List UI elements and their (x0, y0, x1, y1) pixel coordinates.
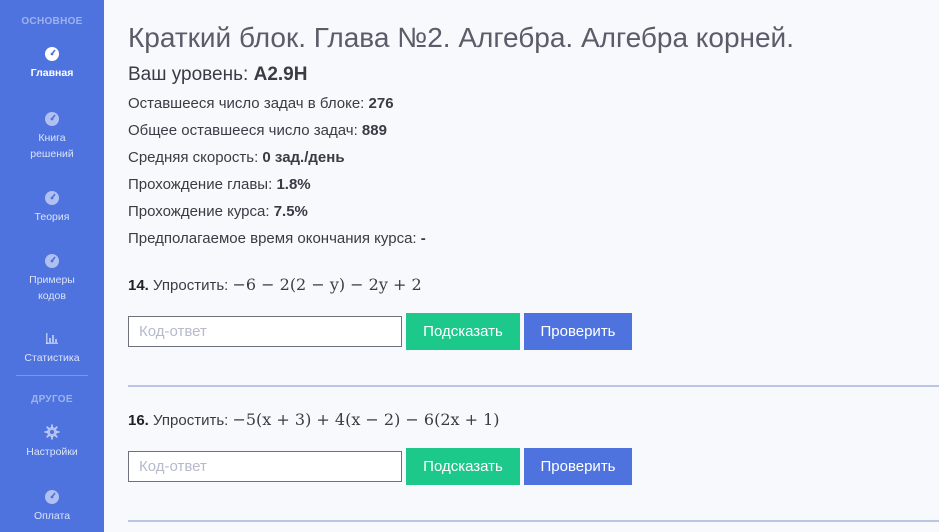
user-level: Ваш уровень: A2.9H (128, 64, 307, 86)
sidebar-item-label: Оплата (33, 510, 71, 522)
dashboard-icon (45, 191, 59, 205)
sidebar-heading-main: ОСНОВНОЕ (21, 16, 83, 27)
task-number: 16. (128, 412, 149, 429)
task-divider (128, 520, 939, 522)
level-value: A2.9H (253, 64, 308, 85)
stat-value: 276 (368, 95, 394, 112)
sidebar-item-home[interactable]: Главная (0, 45, 104, 81)
task-divider (128, 385, 939, 387)
dashboard-icon (45, 490, 59, 504)
dashboard-icon (45, 254, 59, 268)
task-expression: −5(x + 3) + 4(x − 2) − 6(2x + 1) (232, 410, 500, 429)
task-prompt: Упростить: (153, 412, 229, 429)
chart-icon (46, 333, 58, 344)
task-number: 14. (128, 277, 149, 294)
stat-value: 0 зад./день (262, 149, 345, 166)
hint-button[interactable]: Подсказать (406, 448, 520, 485)
stat-label: Общее оставшееся число задач: (128, 122, 358, 139)
sidebar-item-label: Главная (30, 67, 74, 79)
sidebar-item-solutions-book[interactable]: Книга решений (0, 110, 104, 162)
check-button[interactable]: Проверить (524, 448, 632, 485)
sidebar-item-label: Примеры кодов (29, 274, 75, 302)
task-prompt: Упростить: (153, 277, 229, 294)
sidebar-item-code-examples[interactable]: Примеры кодов (0, 252, 104, 304)
stat-estimated-finish: Предполагаемое время окончания курса: - (128, 230, 426, 247)
stat-label: Предполагаемое время окончания курса: (128, 230, 417, 247)
stat-remaining-in-block: Оставшееся число задач в блоке: 276 (128, 95, 394, 112)
stat-value: 1.8% (276, 176, 311, 193)
dashboard-icon (45, 47, 59, 61)
answer-input[interactable] (128, 451, 402, 482)
stat-value: 7.5% (273, 203, 308, 220)
page-title: Краткий блок. Глава №2. Алгебра. Алгебра… (128, 22, 794, 53)
sidebar-divider (16, 375, 88, 376)
stat-label: Средняя скорость: (128, 149, 259, 166)
hint-button[interactable]: Подсказать (406, 313, 520, 350)
stat-value: - (420, 230, 426, 247)
stat-chapter-progress: Прохождение главы: 1.8% (128, 176, 311, 193)
stat-value: 889 (361, 122, 387, 139)
stat-average-speed: Средняя скорость: 0 зад./день (128, 149, 345, 166)
stat-remaining-total: Общее оставшееся число задач: 889 (128, 122, 387, 139)
sidebar-item-theory[interactable]: Теория (0, 189, 104, 225)
sidebar-item-statistics[interactable]: Статистика (0, 330, 104, 366)
check-button[interactable]: Проверить (524, 313, 632, 350)
sidebar-item-label: Книга решений (30, 132, 74, 160)
sidebar-item-label: Настройки (26, 446, 78, 458)
sidebar-item-payment[interactable]: Оплата (0, 488, 104, 524)
stat-course-progress: Прохождение курса: 7.5% (128, 203, 308, 220)
sidebar-item-settings[interactable]: Настройки (0, 424, 104, 460)
task-expression: −6 − 2(2 − y) − 2y + 2 (232, 275, 422, 294)
sidebar-item-label: Теория (34, 211, 70, 223)
gear-icon (44, 424, 60, 440)
stat-label: Прохождение курса: (128, 203, 270, 220)
sidebar-heading-other: ДРУГОЕ (31, 394, 73, 405)
task-statement: 14. Упростить: −6 − 2(2 − y) − 2y + 2 (128, 275, 422, 294)
stat-label: Оставшееся число задач в блоке: (128, 95, 365, 112)
sidebar: ОСНОВНОЕ Главная Книга решений Теория Пр… (0, 0, 104, 532)
stat-label: Прохождение главы: (128, 176, 273, 193)
answer-input[interactable] (128, 316, 402, 347)
sidebar-item-label: Статистика (24, 352, 80, 364)
dashboard-icon (45, 112, 59, 126)
level-label: Ваш уровень: (128, 64, 249, 85)
task-statement: 16. Упростить: −5(x + 3) + 4(x − 2) − 6(… (128, 410, 500, 429)
